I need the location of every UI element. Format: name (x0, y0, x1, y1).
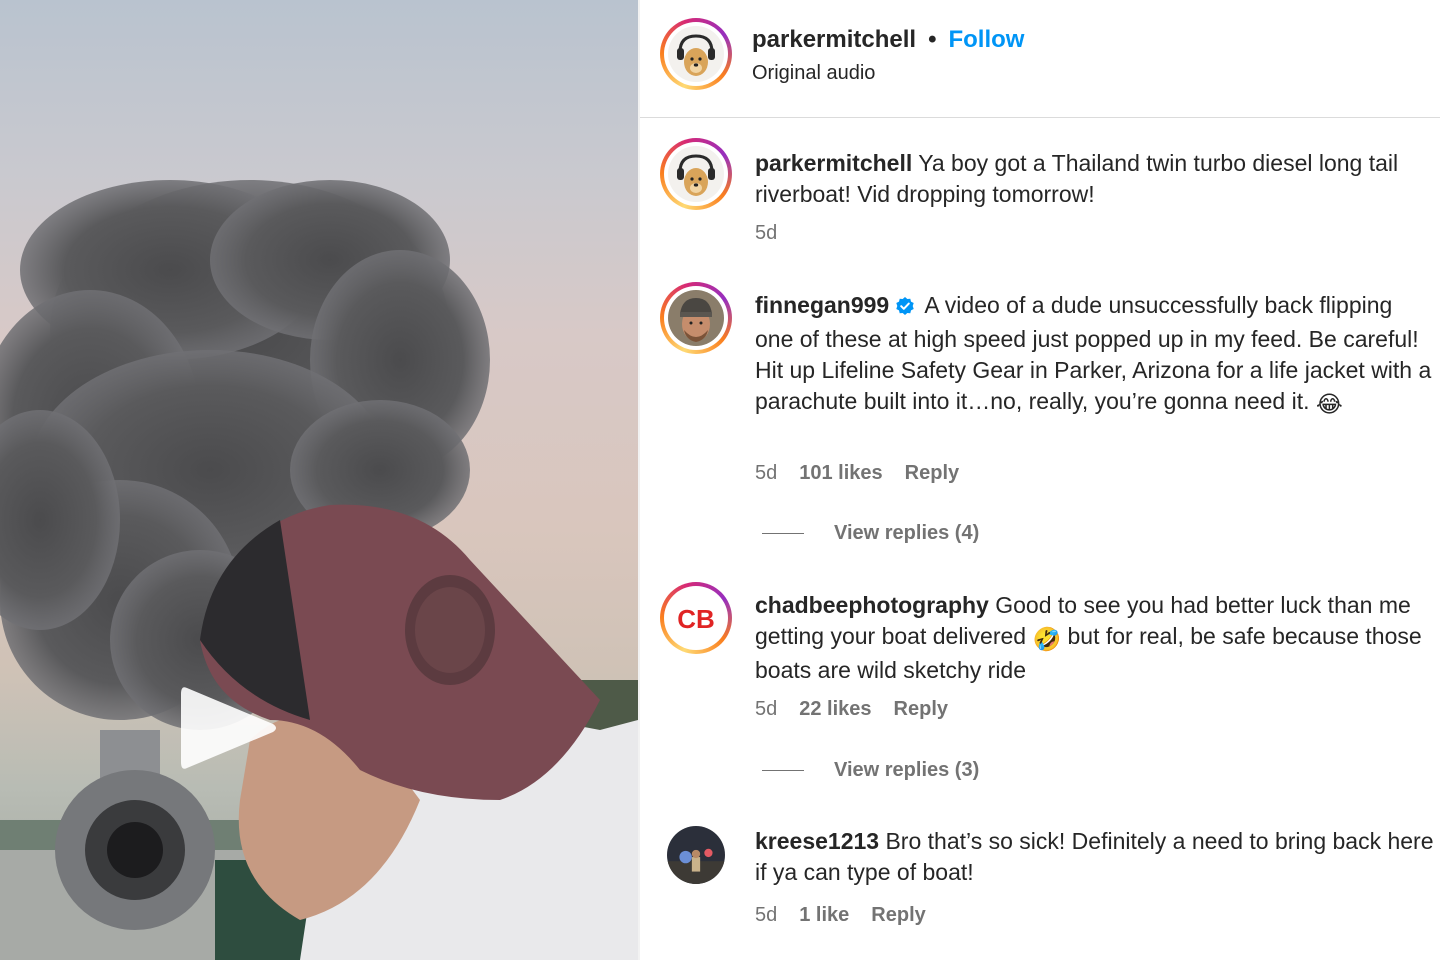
man-beanie-avatar-icon (668, 290, 724, 346)
reply-button[interactable]: Reply (894, 698, 948, 721)
original-audio-link[interactable]: Original audio (752, 62, 1024, 85)
rofl-emoji-icon: 🤣 (1032, 626, 1062, 652)
author-username[interactable]: parkermitchell (752, 26, 916, 54)
verified-badge-icon (895, 293, 915, 324)
tears-of-joy-emoji-icon: 😂 (1315, 391, 1343, 417)
view-replies-label: View replies (3) (834, 759, 980, 781)
comment-username[interactable]: chadbeephotography (755, 592, 989, 618)
comment-meta: 5d 22 likes Reply (755, 698, 948, 721)
commenter-avatar[interactable] (660, 282, 732, 354)
comment-text: parkermitchell Ya boy got a Thailand twi… (755, 148, 1435, 210)
cb-logo-avatar-icon: CB (668, 590, 724, 646)
comment-time[interactable]: 5d (755, 462, 777, 485)
video-frame (0, 180, 638, 960)
comment-time[interactable]: 5d (755, 904, 777, 927)
comment-username[interactable]: kreese1213 (755, 828, 879, 854)
play-button[interactable] (168, 668, 288, 788)
commenter-avatar[interactable] (660, 138, 732, 210)
commenter-avatar[interactable]: CB (660, 582, 732, 654)
follow-button[interactable]: Follow (948, 26, 1024, 54)
commenter-avatar[interactable] (667, 826, 725, 884)
play-icon (181, 687, 276, 769)
comment-username[interactable]: finnegan999 (755, 292, 889, 318)
comment-text: chadbeephotography Good to see you had b… (755, 590, 1435, 686)
replies-line (762, 770, 804, 771)
view-replies-button[interactable]: View replies (3) (762, 759, 979, 782)
author-avatar[interactable] (660, 18, 732, 90)
comment-text: kreese1213 Bro that’s so sick! Definitel… (755, 826, 1435, 888)
video-player[interactable] (0, 0, 638, 960)
post-header: parkermitchell • Follow Original audio (640, 0, 1440, 118)
comment-time[interactable]: 5d (755, 222, 777, 245)
likes-count[interactable]: 1 like (799, 904, 849, 927)
dog-headphones-avatar-icon (668, 26, 724, 82)
likes-count[interactable]: 22 likes (799, 698, 871, 721)
comment-username[interactable]: parkermitchell (755, 150, 912, 176)
cb-logo-text: CB (677, 604, 715, 634)
night-scene-avatar-icon (667, 826, 725, 884)
comment-text: finnegan999 A video of a dude unsuccessf… (755, 290, 1435, 420)
reply-button[interactable]: Reply (905, 462, 959, 485)
likes-count[interactable]: 101 likes (799, 462, 882, 485)
comment-meta: 5d 101 likes Reply (755, 462, 959, 485)
dog-headphones-avatar-icon (668, 146, 724, 202)
reply-button[interactable]: Reply (871, 904, 925, 927)
view-replies-label: View replies (4) (834, 522, 980, 544)
separator-dot: • (928, 26, 937, 53)
comment-meta: 5d (755, 222, 777, 245)
replies-line (762, 533, 804, 534)
view-replies-button[interactable]: View replies (4) (762, 522, 979, 545)
comment-meta: 5d 1 like Reply (755, 904, 926, 927)
comments-panel: parkermitchell • Follow Original audio p… (640, 0, 1440, 960)
comment-time[interactable]: 5d (755, 698, 777, 721)
